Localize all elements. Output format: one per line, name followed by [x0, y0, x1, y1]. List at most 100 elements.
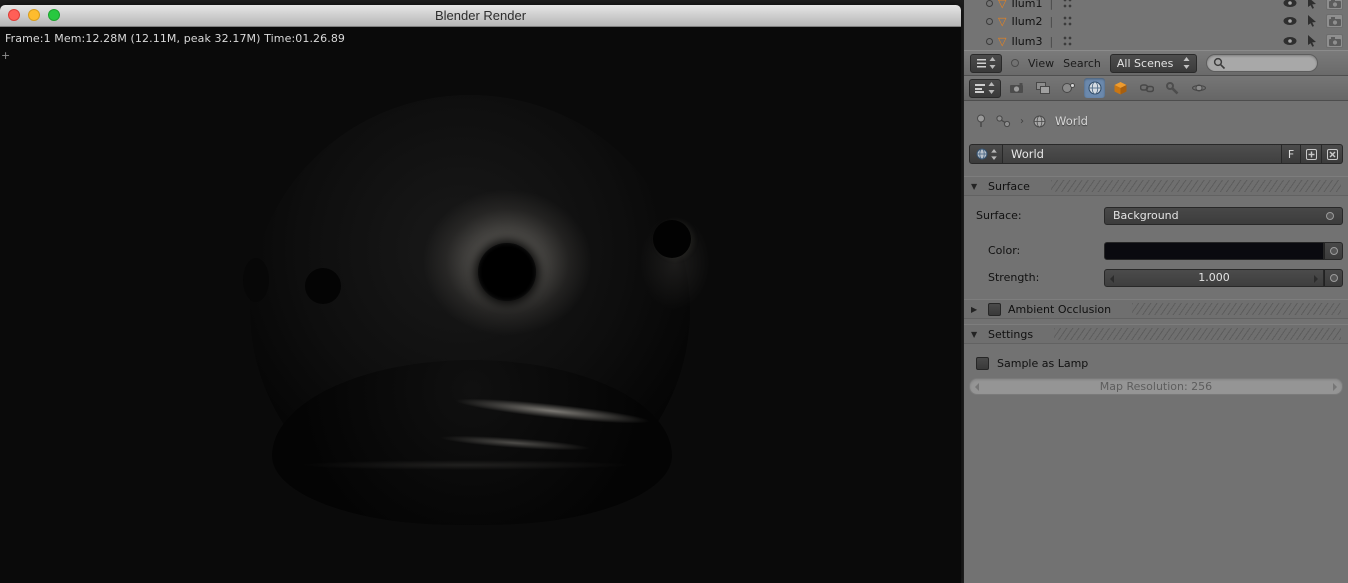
outliner-item-label[interactable]: Ilum1 — [1011, 0, 1042, 10]
updown-arrows-icon — [990, 148, 997, 160]
selectability-cursor-icon[interactable] — [1307, 0, 1317, 9]
surface-label: Surface: — [976, 209, 1022, 222]
slider-decrease-icon[interactable] — [1110, 274, 1114, 283]
outliner-search-menu[interactable]: Search — [1063, 57, 1101, 70]
renderability-camera-icon[interactable] — [1326, 34, 1343, 48]
surface-type-row: Surface: Background — [969, 206, 1343, 225]
selectability-cursor-icon[interactable] — [1307, 35, 1317, 47]
node-tree-icon[interactable] — [996, 114, 1011, 128]
ambient-occlusion-panel-header[interactable]: ▶ Ambient Occlusion — [964, 299, 1348, 319]
outliner-row[interactable]: ▽ Ilum3 | — [964, 31, 1348, 50]
visibility-eye-icon[interactable] — [1283, 16, 1297, 26]
surface-panel-header[interactable]: ▼ Surface — [964, 176, 1348, 196]
close-window-button[interactable] — [8, 9, 20, 21]
panel-drag-hatch[interactable] — [1054, 328, 1341, 340]
settings-panel-header[interactable]: ▼ Settings — [964, 324, 1348, 344]
editor-type-selector[interactable] — [970, 53, 1002, 73]
ambient-occlusion-checkbox[interactable] — [988, 302, 1001, 316]
object-dot-icon — [986, 17, 993, 25]
surface-type-dropdown[interactable]: Background — [1104, 206, 1343, 225]
zoom-window-button[interactable] — [48, 9, 60, 21]
panel-expand-icon[interactable]: ▼ — [971, 182, 981, 191]
minimize-window-button[interactable] — [28, 9, 40, 21]
lamp-data-icon — [1063, 16, 1073, 26]
world-globe-icon — [1033, 115, 1046, 127]
unlink-button[interactable] — [1322, 144, 1343, 164]
breadcrumb: › World — [964, 110, 1348, 132]
renderability-camera-icon[interactable] — [1326, 14, 1343, 28]
slider-increase-icon[interactable] — [1314, 274, 1318, 283]
pin-icon[interactable] — [975, 114, 987, 128]
sample-as-lamp-checkbox[interactable] — [976, 357, 989, 370]
surface-panel-title: Surface — [988, 179, 1030, 193]
breadcrumb-context-label: World — [1055, 114, 1088, 128]
updown-arrows-icon — [988, 82, 995, 94]
properties-header — [964, 76, 1348, 101]
color-node-button[interactable] — [1324, 241, 1343, 260]
breadcrumb-arrow: › — [1020, 115, 1024, 127]
outliner-item-label[interactable]: Ilum2 — [1011, 15, 1042, 28]
add-new-button[interactable] — [1301, 144, 1322, 164]
panel-collapsed-icon[interactable]: ▶ — [971, 305, 981, 314]
strength-node-button[interactable] — [1324, 268, 1343, 287]
world-browse-button[interactable] — [969, 144, 1003, 164]
panel-drag-hatch[interactable] — [1132, 303, 1341, 315]
outliner-item-label[interactable]: Ilum3 — [1011, 35, 1042, 48]
strength-label: Strength: — [988, 271, 1040, 284]
tab-physics[interactable] — [1188, 78, 1209, 98]
slider-increase-icon[interactable] — [1333, 383, 1337, 391]
render-eye-main — [478, 243, 536, 301]
world-datablock-row: World F — [969, 144, 1343, 164]
outliner: ▽ Ilum1 | ▽ Ilum2 | ▽ Ilum3 | — [964, 0, 1348, 50]
fake-user-button[interactable]: F — [1282, 144, 1301, 164]
lamp-icon: ▽ — [998, 0, 1007, 10]
outliner-divider: | — [1049, 34, 1054, 48]
strength-value: 1.000 — [1198, 271, 1230, 284]
render-stats: Frame:1 Mem:12.28M (12.11M, peak 32.17M)… — [5, 32, 346, 45]
tab-world[interactable] — [1084, 78, 1105, 98]
tab-constraints[interactable] — [1136, 78, 1157, 98]
updown-arrows-icon — [1183, 57, 1190, 69]
map-resolution-value: Map Resolution: 256 — [1099, 380, 1213, 393]
window-titlebar[interactable]: Blender Render — [0, 5, 961, 27]
plus-icon — [1305, 148, 1317, 160]
outliner-display-value: All Scenes — [1116, 56, 1174, 70]
visibility-eye-icon[interactable] — [1283, 36, 1297, 46]
sample-as-lamp-label: Sample as Lamp — [997, 357, 1089, 370]
blender-properties-panel: ▽ Ilum1 | ▽ Ilum2 | ▽ Ilum3 | View Searc… — [963, 0, 1348, 583]
tab-render[interactable] — [1006, 78, 1027, 98]
slider-decrease-icon[interactable] — [975, 383, 979, 391]
color-label: Color: — [988, 244, 1021, 257]
outliner-divider: | — [1049, 0, 1054, 10]
node-socket-icon — [1326, 211, 1334, 220]
render-window: Blender Render Frame:1 Mem:12.28M (12.11… — [0, 5, 961, 583]
render-eye-left — [305, 268, 341, 304]
tab-render-layers[interactable] — [1032, 78, 1053, 98]
outliner-row[interactable]: ▽ Ilum2 | — [964, 11, 1348, 31]
panel-drag-hatch[interactable] — [1050, 180, 1341, 192]
editor-type-selector[interactable] — [969, 78, 1001, 98]
panel-expand-icon[interactable]: ▼ — [971, 330, 981, 339]
outliner-display-dropdown[interactable]: All Scenes — [1109, 53, 1198, 73]
node-socket-icon — [1329, 246, 1338, 255]
outliner-search-input[interactable] — [1206, 54, 1319, 72]
tab-modifiers[interactable] — [1162, 78, 1183, 98]
node-socket-icon — [1329, 273, 1338, 282]
lamp-icon: ▽ — [998, 14, 1007, 28]
selectability-cursor-icon[interactable] — [1307, 15, 1317, 27]
world-name-field[interactable]: World — [1003, 144, 1282, 164]
renderability-camera-icon[interactable] — [1326, 0, 1343, 10]
color-swatch[interactable] — [1104, 241, 1324, 260]
visibility-eye-icon[interactable] — [1283, 0, 1297, 8]
strength-slider[interactable]: 1.000 — [1104, 268, 1324, 287]
properties-editor-icon — [975, 84, 985, 93]
outliner-view-menu[interactable]: View — [1028, 57, 1054, 70]
tab-object[interactable] — [1110, 78, 1131, 98]
area-split-handle[interactable]: + — [1, 49, 10, 62]
map-resolution-slider[interactable]: Map Resolution: 256 — [969, 378, 1343, 395]
render-eye-right — [653, 220, 691, 258]
tab-scene[interactable] — [1058, 78, 1079, 98]
lamp-icon: ▽ — [998, 34, 1007, 48]
updown-arrows-icon — [989, 57, 995, 69]
header-ring-icon — [1011, 59, 1019, 67]
